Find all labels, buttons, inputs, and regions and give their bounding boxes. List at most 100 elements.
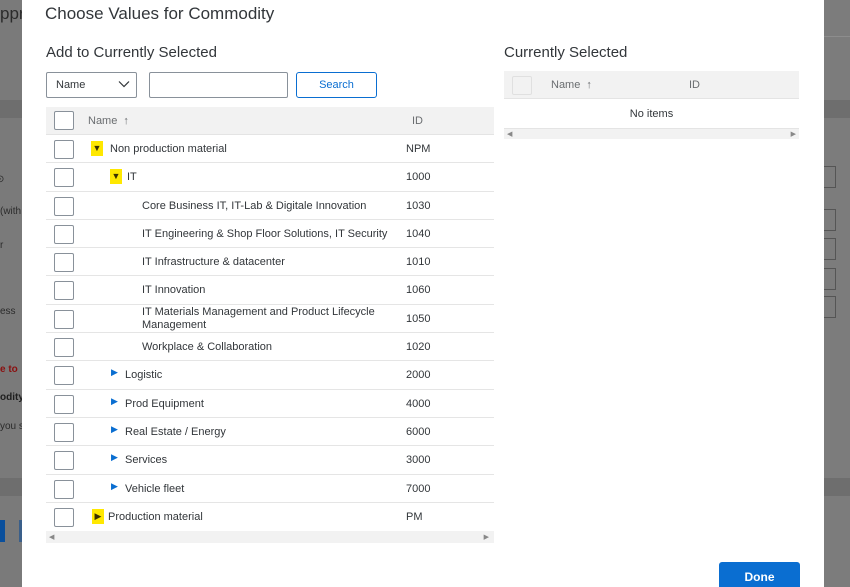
select-all-checkbox[interactable] [54, 111, 74, 130]
collapsed-triangle-icon[interactable]: ▶ [111, 424, 118, 435]
row-checkbox[interactable] [54, 224, 74, 244]
filter-field-value: Name [56, 79, 86, 91]
row-id: 1040 [406, 227, 431, 240]
row-checkbox[interactable] [54, 507, 74, 527]
row-name: IT Infrastructure & datacenter [142, 256, 285, 269]
table-row[interactable]: ▼ IT 1000 [46, 163, 494, 192]
available-values-table: Name ↑ ID ▼ Non production material NPM ▼… [46, 107, 494, 544]
background-right-strip [824, 0, 850, 587]
row-name: Prod Equipment [125, 397, 204, 410]
table-row[interactable]: ▶ Services 3000 [46, 446, 494, 475]
row-checkbox[interactable] [54, 366, 74, 386]
scroll-right-icon[interactable]: ▶ [484, 533, 489, 541]
background-left-strip: ppr ⊙ (with r ess e to odity you s [0, 0, 22, 587]
search-button[interactable]: Search [296, 72, 377, 98]
row-name: Services [125, 454, 168, 467]
table-row[interactable]: ▶ Production material PM [46, 502, 494, 532]
row-checkbox[interactable] [54, 253, 74, 273]
column-header-name[interactable]: Name ↑ [551, 79, 592, 91]
value-help-dialog: Choose Values for Commodity Add to Curre… [22, 0, 824, 587]
horizontal-scrollbar[interactable]: ◀ ▶ [46, 531, 494, 544]
row-id: 1010 [406, 256, 431, 269]
table-row[interactable]: IT Infrastructure & datacenter 1010 [46, 248, 494, 277]
bg-fragment: e to [0, 364, 18, 375]
row-id: 1030 [406, 199, 431, 212]
row-checkbox[interactable] [54, 281, 74, 301]
row-checkbox[interactable] [54, 479, 74, 499]
done-button[interactable]: Done [719, 562, 800, 587]
table-row[interactable]: Core Business IT, IT-Lab & Digitale Inno… [46, 191, 494, 220]
bg-fragment: you s [0, 421, 22, 432]
row-id: 1000 [406, 171, 431, 184]
row-checkbox[interactable] [54, 309, 74, 329]
scroll-right-icon[interactable]: ▶ [791, 130, 796, 138]
bg-fragment: r [0, 240, 4, 251]
bg-fragment: ess [0, 306, 16, 317]
row-id: 6000 [406, 425, 431, 438]
table-row[interactable]: IT Innovation 1060 [46, 276, 494, 305]
row-name: Logistic [125, 369, 163, 382]
column-header-id[interactable]: ID [689, 79, 700, 91]
collapsed-triangle-icon[interactable]: ▶ [111, 481, 118, 492]
bg-fragment: ppr [0, 4, 22, 23]
row-checkbox[interactable] [54, 196, 74, 216]
expanded-triangle-icon[interactable]: ▼ [91, 141, 103, 156]
row-id: 1060 [406, 284, 431, 297]
selected-values-table: Name ↑ ID No items ◀ ▶ [504, 71, 799, 139]
row-id: 1020 [406, 341, 431, 354]
row-checkbox[interactable] [54, 394, 74, 414]
collapsed-triangle-icon[interactable]: ▶ [111, 367, 118, 378]
horizontal-scrollbar[interactable]: ◀ ▶ [504, 129, 799, 139]
row-checkbox[interactable] [54, 140, 74, 159]
scroll-left-icon[interactable]: ◀ [507, 130, 512, 138]
row-checkbox[interactable] [54, 168, 74, 188]
bg-dropdown-edge [824, 166, 836, 188]
search-input[interactable] [149, 72, 288, 98]
collapsed-triangle-icon[interactable]: ▶ [92, 508, 104, 524]
table-row[interactable]: IT Materials Management and Product Life… [46, 304, 494, 334]
dialog-title: Choose Values for Commodity [45, 4, 275, 23]
collapsed-triangle-icon[interactable]: ▶ [111, 396, 118, 407]
bg-fragment: (with [0, 206, 22, 217]
table-row[interactable]: ▶ Prod Equipment 4000 [46, 389, 494, 418]
empty-table-message: No items [504, 99, 799, 129]
row-id: 7000 [406, 482, 431, 495]
row-name: Workplace & Collaboration [142, 341, 273, 354]
bg-band [0, 478, 22, 496]
row-checkbox[interactable] [54, 422, 74, 442]
selected-section-title: Currently Selected [504, 44, 628, 61]
row-name: Real Estate / Energy [125, 425, 226, 438]
expanded-triangle-icon[interactable]: ▼ [110, 169, 122, 185]
bg-fragment: odity [0, 392, 22, 403]
table-row[interactable]: ▼ Non production material NPM [46, 135, 494, 164]
row-name: IT Engineering & Shop Floor Solutions, I… [142, 227, 388, 240]
filter-field-select[interactable]: Name [46, 72, 137, 98]
table-header: Name ↑ ID [46, 107, 494, 135]
bg-button-edge [0, 520, 5, 542]
row-checkbox[interactable] [54, 338, 74, 358]
row-id: 2000 [406, 369, 431, 382]
row-id: 3000 [406, 454, 431, 467]
column-header-name[interactable]: Name ↑ [88, 115, 129, 127]
table-row[interactable]: Workplace & Collaboration 1020 [46, 333, 494, 362]
row-name: IT Innovation [142, 284, 206, 297]
row-id: 1050 [406, 312, 431, 325]
row-name: IT Materials Management and Product Life… [142, 305, 375, 331]
sort-ascending-icon: ↑ [123, 115, 129, 127]
sort-ascending-icon: ↑ [586, 79, 592, 91]
row-name: Vehicle fleet [125, 482, 185, 495]
table-row[interactable]: ▶ Real Estate / Energy 6000 [46, 417, 494, 447]
select-all-checkbox[interactable] [512, 76, 532, 95]
table-row[interactable]: IT Engineering & Shop Floor Solutions, I… [46, 219, 494, 249]
row-checkbox[interactable] [54, 451, 74, 471]
row-id: PM [406, 510, 423, 523]
row-id: 4000 [406, 397, 431, 410]
collapsed-triangle-icon[interactable]: ▶ [111, 452, 118, 463]
scroll-left-icon[interactable]: ◀ [49, 533, 54, 541]
row-name: Production material [108, 510, 203, 523]
table-row[interactable]: ▶ Logistic 2000 [46, 361, 494, 390]
row-name: IT [127, 171, 137, 184]
table-header: Name ↑ ID [504, 71, 799, 99]
table-row[interactable]: ▶ Vehicle fleet 7000 [46, 474, 494, 503]
column-header-id[interactable]: ID [412, 115, 423, 127]
